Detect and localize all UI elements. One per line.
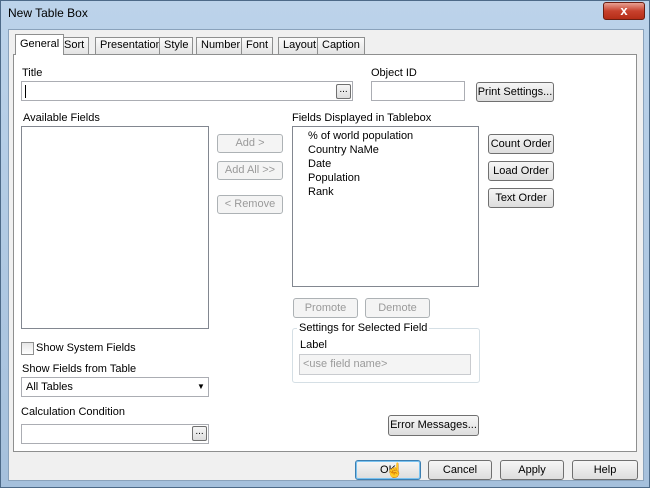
settings-group-title: Settings for Selected Field xyxy=(297,322,430,334)
text-caret xyxy=(25,85,26,98)
add-button[interactable]: Add > xyxy=(217,134,283,153)
tab-font[interactable]: Font xyxy=(241,37,274,54)
show-fields-from-table-label: Show Fields from Table xyxy=(22,363,137,375)
show-system-fields-checkbox[interactable] xyxy=(21,342,34,355)
promote-button[interactable]: Promote xyxy=(293,298,358,318)
object-id-label: Object ID xyxy=(371,67,417,79)
tab-style[interactable]: Style xyxy=(159,37,194,54)
tab-caption[interactable]: Caption xyxy=(317,37,365,54)
title-expression-button[interactable]: ... xyxy=(336,84,351,99)
list-item[interactable]: Rank xyxy=(293,185,478,199)
text-order-button[interactable]: Text Order xyxy=(488,188,554,208)
ellipsis-icon: ... xyxy=(195,426,204,437)
add-all-button[interactable]: Add All >> xyxy=(217,161,283,180)
fields-displayed-label: Fields Displayed in Tablebox xyxy=(292,112,432,124)
remove-button[interactable]: < Remove xyxy=(217,195,283,214)
table-select-value: All Tables xyxy=(26,381,73,393)
apply-button[interactable]: Apply xyxy=(500,460,564,480)
close-icon: x xyxy=(620,3,628,18)
ellipsis-icon: ... xyxy=(339,84,348,95)
demote-button[interactable]: Demote xyxy=(365,298,430,318)
title-label: Title xyxy=(22,67,43,79)
tab-presentation[interactable]: Presentation xyxy=(95,37,167,54)
load-order-button[interactable]: Load Order xyxy=(488,161,554,181)
calculation-condition-input[interactable] xyxy=(21,424,209,444)
tab-layout[interactable]: Layout xyxy=(278,37,322,54)
field-label-input[interactable]: <use field name> xyxy=(299,354,471,375)
tab-number[interactable]: Number xyxy=(196,37,246,54)
list-item[interactable]: % of world population xyxy=(293,129,478,143)
list-item[interactable]: Country NaMe xyxy=(293,143,478,157)
title-input[interactable] xyxy=(21,81,353,101)
window-title: New Table Box xyxy=(8,6,88,20)
help-button[interactable]: Help xyxy=(572,460,638,480)
calculation-condition-label: Calculation Condition xyxy=(21,406,125,418)
tab-general[interactable]: General xyxy=(15,34,65,55)
cancel-button[interactable]: Cancel xyxy=(428,460,492,480)
calculation-condition-expression-button[interactable]: ... xyxy=(192,426,207,441)
print-settings-button[interactable]: Print Settings... xyxy=(476,82,554,102)
close-button[interactable]: x xyxy=(603,2,645,20)
show-system-fields-label: Show System Fields xyxy=(36,342,136,354)
list-item[interactable]: Date xyxy=(293,157,478,171)
list-item[interactable]: Population xyxy=(293,171,478,185)
settings-label-caption: Label xyxy=(300,339,327,351)
object-id-input[interactable] xyxy=(371,81,465,101)
available-fields-label: Available Fields xyxy=(23,112,100,124)
table-select[interactable]: All Tables ▼ xyxy=(21,377,209,397)
mouse-cursor-icon: ☝ xyxy=(386,462,404,478)
count-order-button[interactable]: Count Order xyxy=(488,134,554,154)
available-fields-list[interactable] xyxy=(21,126,209,329)
fields-displayed-list[interactable]: % of world population Country NaMe Date … xyxy=(292,126,479,287)
error-messages-button[interactable]: Error Messages... xyxy=(388,415,479,436)
chevron-down-icon: ▼ xyxy=(197,382,205,391)
dialog-window: New Table Box x General Sort Presentatio… xyxy=(0,0,650,488)
